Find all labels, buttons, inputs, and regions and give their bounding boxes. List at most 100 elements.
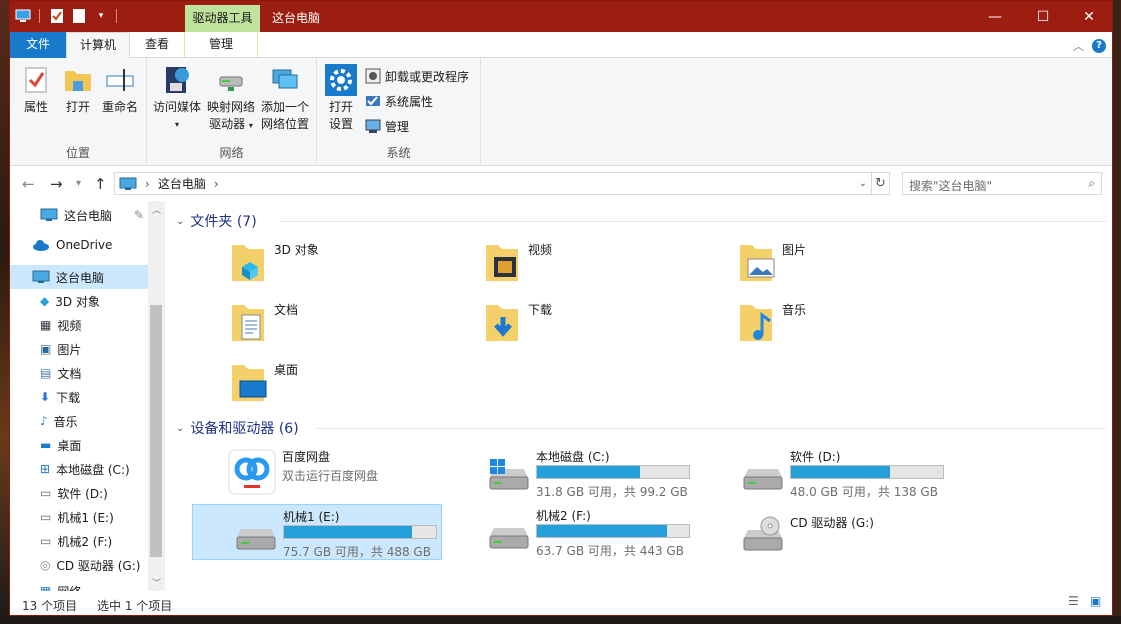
nav-item-label: 网络	[57, 583, 81, 592]
computer-icon	[119, 177, 137, 190]
access-media-label: 访问媒体	[152, 100, 201, 114]
nav-scrollbar[interactable]: ︿ ﹀	[148, 201, 165, 591]
nav-item-pictures[interactable]: ▣ 图片	[10, 337, 148, 361]
computer-icon[interactable]	[14, 7, 32, 25]
properties-button[interactable]: 属性	[18, 64, 54, 116]
map-drive-button[interactable]: 映射网络 驱动器 ▾	[205, 64, 257, 134]
drive-icon	[489, 528, 529, 549]
folder-pictures[interactable]: 图片	[730, 235, 980, 291]
minimize-button[interactable]: —	[972, 1, 1018, 32]
folder-name: 桌面	[274, 363, 299, 377]
open-settings-button[interactable]: 打开 设置	[323, 64, 359, 133]
section-header-folders[interactable]: ⌄ 文件夹 (7)	[176, 209, 257, 233]
access-media-button[interactable]: 访问媒体 ▾	[151, 64, 203, 133]
breadcrumb[interactable]: 这台电脑	[158, 175, 206, 192]
nav-item-desktop[interactable]: ▬ 桌面	[10, 433, 148, 457]
tab-view[interactable]: 查看	[130, 32, 184, 58]
pin-icon[interactable]: ✎	[134, 208, 144, 222]
drive-c[interactable]: 本地磁盘 (C:) 31.8 GB 可用，共 99.2 GB	[446, 445, 696, 501]
chevron-up-icon[interactable]: ︿	[1073, 38, 1084, 54]
folder-documents[interactable]: 文档	[222, 295, 472, 351]
network-icon: ▦	[40, 584, 52, 591]
drive-name: 机械1 (E:)	[283, 510, 340, 524]
maximize-button[interactable]: ☐	[1020, 1, 1066, 32]
group-network-label: 网络	[219, 146, 244, 160]
drive-f[interactable]: 机械2 (F:) 63.7 GB 可用，共 443 GB	[446, 504, 696, 560]
chevron-down-icon: ⌄	[176, 215, 185, 227]
recent-chevron-icon[interactable]: ▾	[76, 178, 81, 189]
nav-item-drive-g[interactable]: ◎ CD 驱动器 (G:)	[10, 553, 148, 577]
up-arrow-icon[interactable]: ↑	[94, 175, 107, 193]
drive-subtitle: 48.0 GB 可用，共 138 GB	[790, 485, 938, 499]
nav-item-3d-objects[interactable]: ◆ 3D 对象	[10, 289, 148, 313]
drive-name: 百度网盘	[282, 450, 331, 464]
chevron-down-icon[interactable]: ▾	[92, 7, 110, 25]
drive-d[interactable]: 软件 (D:) 48.0 GB 可用，共 138 GB	[700, 445, 950, 501]
nav-item-videos[interactable]: ▦ 视频	[10, 313, 148, 337]
desktop-taskbar-edge	[0, 616, 1121, 624]
nav-item-this-pc[interactable]: 这台电脑	[10, 265, 148, 289]
address-field[interactable]: › 这台电脑 › ⌄	[114, 172, 872, 195]
folder-3d-objects[interactable]: 3D 对象	[222, 235, 472, 291]
add-network-location-button[interactable]: 添加一个 网络位置	[259, 64, 311, 133]
nav-item-drive-e[interactable]: ▭ 机械1 (E:)	[10, 505, 148, 529]
drive-g[interactable]: CD 驱动器 (G:)	[700, 504, 950, 560]
nav-item-downloads[interactable]: ⬇ 下载	[10, 385, 148, 409]
scroll-down-icon[interactable]: ﹀	[152, 576, 161, 589]
folder-desktop[interactable]: 桌面	[222, 355, 472, 411]
search-input[interactable]: 搜索"这台电脑" ⌕	[902, 172, 1102, 195]
nav-item-drive-d[interactable]: ▭ 软件 (D:)	[10, 481, 148, 505]
nav-item-documents[interactable]: ▤ 文档	[10, 361, 148, 385]
back-arrow-icon[interactable]: ←	[22, 175, 35, 193]
help-icon[interactable]: ?	[1092, 39, 1106, 53]
open-button[interactable]: 打开	[60, 64, 96, 116]
details-view-icon[interactable]: ☰	[1068, 594, 1079, 608]
system-properties-button[interactable]: 系统属性	[365, 90, 433, 112]
scroll-up-icon[interactable]: ︿	[152, 203, 161, 216]
tiles-view-icon[interactable]: ▣	[1090, 594, 1101, 608]
forward-arrow-icon[interactable]: →	[50, 175, 63, 193]
refresh-button[interactable]: ↻	[872, 172, 890, 195]
nav-item-network[interactable]: ▦ 网络	[10, 579, 148, 591]
folder-name: 文档	[274, 303, 299, 317]
folder-document-icon	[232, 305, 264, 341]
properties-quick-icon[interactable]	[48, 7, 66, 25]
tab-computer[interactable]: 计算机	[66, 32, 130, 58]
drive-baidu-netdisk[interactable]: 百度网盘 双击运行百度网盘	[192, 445, 442, 501]
nav-item-onedrive[interactable]: OneDrive	[10, 233, 148, 257]
drive-icon: ▭	[40, 534, 52, 548]
explorer-window: ▾ 驱动器工具 这台电脑 — ☐ ✕ 文件 计算机 查看 管理 ︿ ? 属性 打…	[9, 0, 1113, 616]
folder-downloads[interactable]: 下载	[476, 295, 726, 351]
nav-item-label: 图片	[57, 342, 82, 357]
nav-item-quick-access[interactable]: 这台电脑 ✎	[10, 203, 148, 227]
nav-item-drive-c[interactable]: ⊞ 本地磁盘 (C:)	[10, 457, 148, 481]
folder-open-icon	[60, 64, 96, 96]
tab-file[interactable]: 文件	[10, 32, 66, 58]
refresh-icon: ↻	[875, 176, 886, 191]
properties-icon	[18, 64, 54, 96]
close-button[interactable]: ✕	[1066, 1, 1112, 32]
section-header-devices[interactable]: ⌄ 设备和驱动器 (6)	[176, 416, 299, 440]
drive-usage-fill	[284, 526, 413, 538]
separator	[114, 7, 120, 25]
drive-usage-fill	[791, 466, 890, 478]
group-system-label: 系统	[386, 146, 411, 160]
group-location-label: 位置	[65, 146, 90, 160]
folder-music[interactable]: 音乐	[730, 295, 980, 351]
new-folder-quick-icon[interactable]	[70, 7, 88, 25]
manage-button[interactable]: 管理	[365, 115, 409, 137]
drive-tools-context-tab[interactable]: 驱动器工具	[185, 5, 260, 32]
uninstall-button[interactable]: 卸载或更改程序	[365, 65, 469, 87]
scrollbar-thumb[interactable]	[150, 305, 162, 557]
rename-button[interactable]: 重命名	[98, 64, 142, 116]
drive-subtitle: 双击运行百度网盘	[282, 469, 379, 483]
drive-e[interactable]: 机械1 (E:) 75.7 GB 可用，共 488 GB	[192, 504, 442, 560]
folder-download-icon	[486, 305, 518, 341]
address-dropdown-icon[interactable]: ⌄	[859, 178, 867, 189]
nav-item-music[interactable]: ♪ 音乐	[10, 409, 148, 433]
nav-item-drive-f[interactable]: ▭ 机械2 (F:)	[10, 529, 148, 553]
folder-videos[interactable]: 视频	[476, 235, 726, 291]
tab-manage[interactable]: 管理	[184, 32, 258, 58]
uninstall-icon	[365, 68, 381, 84]
folder-name: 视频	[528, 243, 553, 257]
